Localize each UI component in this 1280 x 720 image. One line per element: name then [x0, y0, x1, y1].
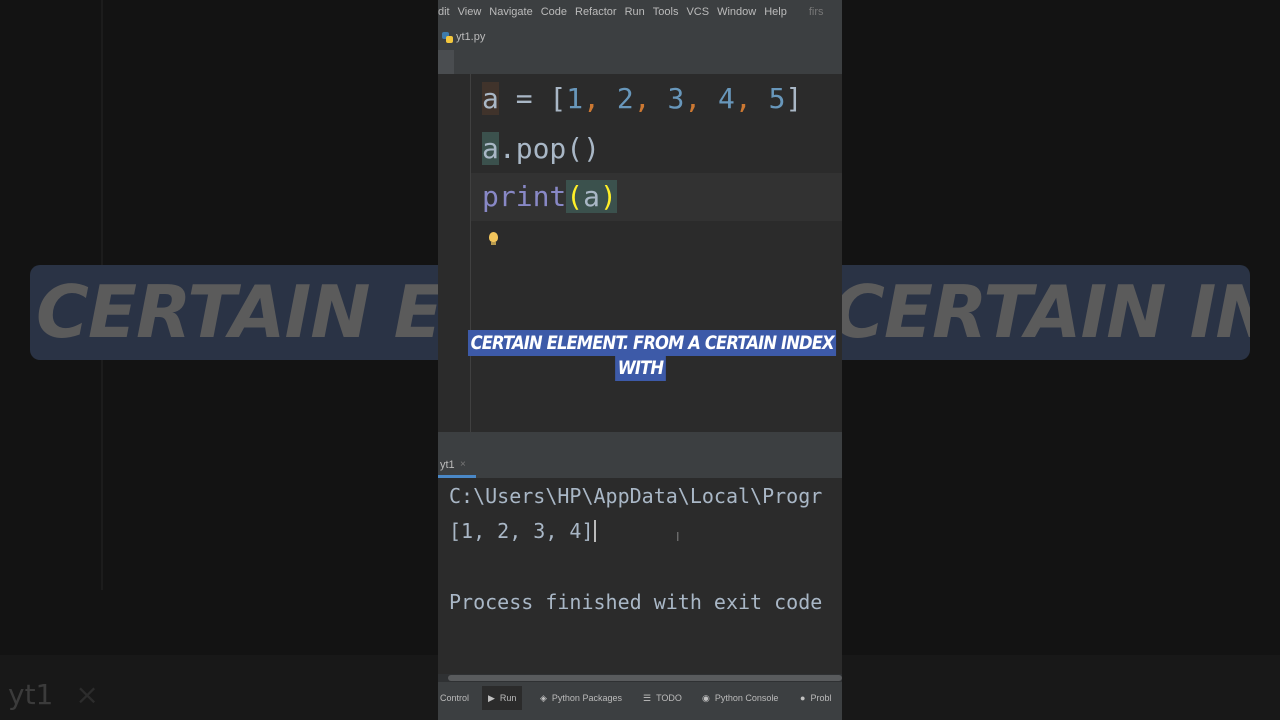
background-caption-left: CERTAIN ELEM: [30, 265, 438, 360]
code-token: .pop(): [498, 132, 601, 165]
console-line-output: [1, 2, 3, 4]: [449, 519, 596, 543]
code-token: ): [600, 180, 617, 213]
code-token: a: [482, 132, 499, 165]
mouse-ibeam-icon: I: [676, 530, 680, 544]
tool-version-control[interactable]: Control: [440, 686, 469, 710]
menu-window[interactable]: Window: [717, 6, 764, 18]
menu-edit[interactable]: dit: [438, 6, 458, 18]
code-token: 3: [667, 82, 685, 115]
background-caption-right: CERTAIN INDEX: [842, 265, 1250, 360]
console-line-path: C:\Users\HP\AppData\Local\Progr: [449, 484, 823, 508]
run-config-label[interactable]: yt1: [440, 459, 455, 471]
package-icon: ◈: [540, 692, 547, 703]
code-token: = [: [498, 82, 567, 115]
background-run-tab: yt1 ×: [8, 678, 99, 711]
menu-tools[interactable]: Tools: [653, 6, 687, 18]
run-tool-tab[interactable]: yt1 ×: [438, 454, 842, 478]
code-token: 5: [768, 82, 786, 115]
menu-run[interactable]: Run: [625, 6, 653, 18]
close-icon[interactable]: ×: [460, 459, 466, 470]
code-token: 4: [718, 82, 735, 115]
menu-bar: dit View Navigate Code Refactor Run Tool…: [438, 0, 842, 24]
video-caption: CERTAIN ELEMENT. FROM A CERTAIN INDEX WI…: [438, 330, 842, 381]
code-token: ,: [583, 82, 617, 115]
caption-line-1: CERTAIN ELEMENT. FROM A CERTAIN INDEX: [467, 330, 837, 356]
background-left-panel: CERTAIN ELEM yt1×: [0, 0, 438, 720]
menu-help[interactable]: Help: [764, 6, 795, 18]
scrollbar-thumb[interactable]: [448, 675, 842, 681]
code-token: a: [482, 82, 499, 115]
code-token: ,: [684, 82, 719, 115]
tool-python-console[interactable]: ◉ Python Console: [702, 686, 778, 710]
code-token: ]: [785, 82, 803, 115]
code-token: print: [482, 180, 567, 213]
code-token: ,: [633, 82, 668, 115]
console-line-exit: Process finished with exit code: [449, 590, 823, 614]
code-token: a: [583, 180, 601, 213]
tool-todo[interactable]: ☰ TODO: [643, 686, 682, 710]
lightbulb-icon[interactable]: [489, 232, 498, 245]
problems-icon: ●: [800, 693, 806, 703]
code-line-2[interactable]: a.pop(): [482, 125, 600, 173]
menu-vcs[interactable]: VCS: [686, 6, 717, 18]
file-tab-yt1[interactable]: yt1.py: [456, 31, 485, 43]
code-token: 2: [616, 82, 634, 115]
selected-tab-stub[interactable]: [438, 50, 454, 74]
code-token: (: [566, 180, 584, 213]
menu-view[interactable]: View: [458, 6, 490, 18]
python-console-icon: ◉: [702, 692, 710, 703]
text-caret: [593, 520, 596, 542]
code-line-3[interactable]: print(a): [482, 173, 617, 221]
caption-line-2: WITH: [614, 355, 666, 381]
background-right-panel: CERTAIN INDEX: [842, 0, 1280, 720]
tool-run[interactable]: ▶ Run: [482, 686, 523, 710]
menu-navigate[interactable]: Navigate: [489, 6, 540, 18]
tool-problems[interactable]: ● Probl: [800, 686, 831, 710]
editor-tab-bar: yt1.py: [438, 24, 842, 50]
horizontal-scrollbar[interactable]: [438, 674, 842, 682]
run-console[interactable]: C:\Users\HP\AppData\Local\Progr [1, 2, 3…: [438, 478, 842, 674]
tool-window-bar: Control ▶ Run ◈ Python Packages ☰ TODO ◉ Pyt…: [438, 682, 842, 720]
panel-divider[interactable]: [438, 432, 842, 454]
background-toolbar-right: [842, 655, 1280, 720]
breadcrumb-bar: [438, 50, 842, 74]
code-line-1[interactable]: a = [1, 2, 3, 4, 5]: [482, 75, 802, 123]
project-title: firs: [808, 6, 824, 18]
list-icon: ☰: [643, 692, 652, 703]
tool-python-packages[interactable]: ◈ Python Packages: [540, 686, 622, 710]
python-file-icon: [442, 31, 453, 43]
code-token: ,: [734, 82, 769, 115]
play-icon: ▶: [488, 692, 495, 703]
menu-code[interactable]: Code: [541, 6, 575, 18]
code-token: 1: [566, 82, 584, 115]
menu-refactor[interactable]: Refactor: [575, 6, 625, 18]
